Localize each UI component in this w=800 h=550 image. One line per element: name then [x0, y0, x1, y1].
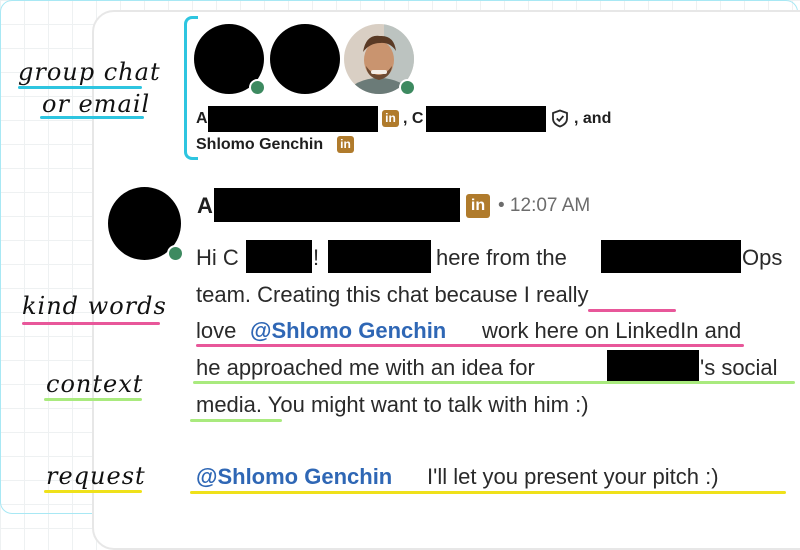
message-text: he approached me with an idea for — [196, 355, 535, 380]
highlight-context — [193, 381, 795, 384]
redacted-text — [607, 350, 699, 383]
linkedin-icon: in — [337, 136, 354, 153]
participant-initial: , C — [403, 110, 424, 127]
message-timestamp: • 12:07 AM — [498, 195, 591, 216]
presence-dot — [167, 245, 184, 262]
redacted-text — [328, 240, 431, 273]
message-text: Hi C — [196, 245, 239, 270]
annotation-underline — [40, 116, 144, 119]
mention-link[interactable]: @Shlomo Genchin — [196, 464, 392, 490]
avatar[interactable] — [270, 24, 340, 94]
annotation-underline — [44, 490, 142, 493]
highlight-kind-words — [196, 344, 744, 347]
annotation-request: request — [46, 462, 146, 490]
redacted-name — [426, 106, 546, 132]
highlight-kind-words — [588, 309, 676, 312]
annotation-group-chat: group chat — [18, 58, 161, 86]
redacted-text — [246, 240, 312, 273]
message-text: work here on LinkedIn and — [482, 318, 742, 343]
annotation-context: context — [46, 370, 144, 398]
message-text: 's social — [700, 355, 778, 380]
participant-name[interactable]: Shlomo Genchin — [196, 136, 323, 154]
presence-dot — [399, 79, 416, 96]
shield-icon — [552, 109, 568, 128]
message-text: here from the — [436, 245, 567, 270]
highlight-context — [190, 419, 282, 422]
and-text: , and — [574, 110, 612, 127]
message-text: ! — [313, 245, 320, 270]
participant-initial: A — [196, 110, 208, 127]
message-text: media. You might want to talk with him :… — [196, 392, 589, 417]
message-text: I'll let you present your pitch :) — [427, 464, 719, 489]
message-text: love — [196, 318, 237, 343]
linkedin-icon: in — [466, 194, 490, 218]
message-text: team. Creating this chat because I reall… — [196, 282, 589, 307]
annotation-kind-words: kind words — [22, 292, 167, 320]
redacted-name — [208, 106, 378, 132]
redacted-text — [601, 240, 741, 273]
message-text: Ops — [742, 245, 783, 270]
mention-link[interactable]: @Shlomo Genchin — [250, 318, 446, 344]
redacted-sender-name — [214, 188, 460, 222]
annotation-or-email: or email — [42, 90, 151, 118]
annotation-underline — [18, 86, 142, 89]
annotation-underline — [44, 398, 142, 401]
highlight-request — [190, 491, 786, 494]
annotation-underline — [22, 322, 160, 325]
presence-dot — [249, 79, 266, 96]
sender-initial: A — [197, 193, 213, 218]
linkedin-icon: in — [382, 110, 399, 127]
